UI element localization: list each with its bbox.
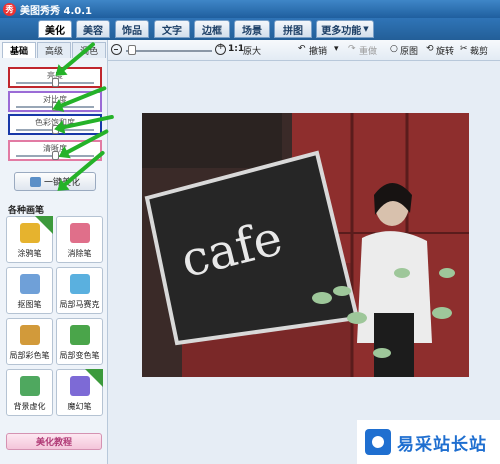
tab-beauty[interactable]: 美容	[76, 20, 110, 38]
app-logo-icon: 秀	[3, 2, 16, 16]
tab-scene[interactable]: 场景	[234, 20, 270, 38]
undo-button[interactable]: 撤销	[309, 44, 327, 57]
watermark-text: 易采站长站	[397, 434, 487, 455]
crop-icon[interactable]: ✂	[460, 44, 468, 54]
redo-button: 重做	[359, 47, 378, 57]
pencil-icon	[20, 223, 40, 243]
eraser-icon	[70, 223, 90, 243]
window-title: 美图秀秀 4.0.1	[20, 5, 92, 17]
magic-pen-icon	[70, 376, 90, 396]
mosaic-icon	[70, 274, 90, 294]
photo-canvas[interactable]: cafe	[142, 113, 469, 377]
site-logo-icon	[365, 429, 391, 455]
magic-wand-icon	[29, 176, 41, 187]
toolbar: 1:1 原大 ↶ 撤销 ▾ ↷ 重做 ○ 原图 ⟲ 旋转 ✂ 裁剪	[108, 40, 500, 61]
pen-recolor[interactable]: 局部变色笔	[56, 318, 103, 365]
subtab-advanced[interactable]: 高级	[37, 42, 71, 58]
tab-collage[interactable]: 拼图	[274, 20, 312, 38]
title-bar: 秀 美图秀秀 4.0.1	[0, 0, 500, 18]
pen-magic[interactable]: 魔幻笔	[56, 369, 103, 416]
zoom-in-icon[interactable]	[215, 42, 226, 55]
undo-icon[interactable]: ↶	[298, 44, 306, 54]
actual-size-ratio: 1:1	[228, 44, 245, 54]
tutorial-button[interactable]: 美化教程	[6, 433, 102, 450]
original-image-icon[interactable]: ○	[390, 44, 398, 54]
pen-cutout[interactable]: 抠图笔	[6, 267, 53, 314]
zoom-slider-track[interactable]	[126, 50, 212, 52]
tab-frame[interactable]: 边框	[194, 20, 230, 38]
rotate-icon[interactable]: ⟲	[426, 44, 434, 54]
site-watermark: 易采站长站	[357, 420, 500, 464]
actual-size-button[interactable]: 原大	[243, 44, 261, 57]
original-image-button[interactable]: 原图	[400, 44, 418, 57]
zoom-slider-handle[interactable]	[128, 45, 136, 55]
pen-background-blur[interactable]: 背景虚化	[6, 369, 53, 416]
blur-bg-icon	[20, 376, 40, 396]
tab-more-features[interactable]: 更多功能 ▼	[316, 20, 374, 38]
pen-local-color[interactable]: 局部彩色笔	[6, 318, 53, 365]
photo-image: cafe	[142, 113, 469, 377]
chevron-down-icon: ▼	[363, 25, 369, 33]
crop-button[interactable]: 裁剪	[470, 44, 488, 57]
pens-section-title: 各种画笔	[8, 206, 45, 216]
tab-text[interactable]: 文字	[154, 20, 190, 38]
cutout-icon	[20, 274, 40, 294]
redo-icon: ↷	[348, 44, 356, 54]
pen-graffiti[interactable]: 涂鸦笔	[6, 216, 53, 263]
pen-eraser[interactable]: 消除笔	[56, 216, 103, 263]
subtab-basic[interactable]: 基础	[2, 42, 36, 58]
pen-mosaic[interactable]: 局部马赛克	[56, 267, 103, 314]
undo-dropdown-icon[interactable]: ▾	[334, 44, 339, 54]
tab-beautify[interactable]: 美化	[38, 20, 72, 38]
recolor-icon	[70, 325, 90, 345]
rotate-button[interactable]: 旋转	[436, 44, 454, 57]
tab-accessories[interactable]: 饰品	[115, 20, 149, 38]
color-brush-icon	[20, 325, 40, 345]
zoom-out-icon[interactable]	[111, 44, 122, 55]
main-tab-bar: 美化 美容 饰品 文字 边框 场景 拼图 更多功能 ▼	[0, 18, 500, 40]
